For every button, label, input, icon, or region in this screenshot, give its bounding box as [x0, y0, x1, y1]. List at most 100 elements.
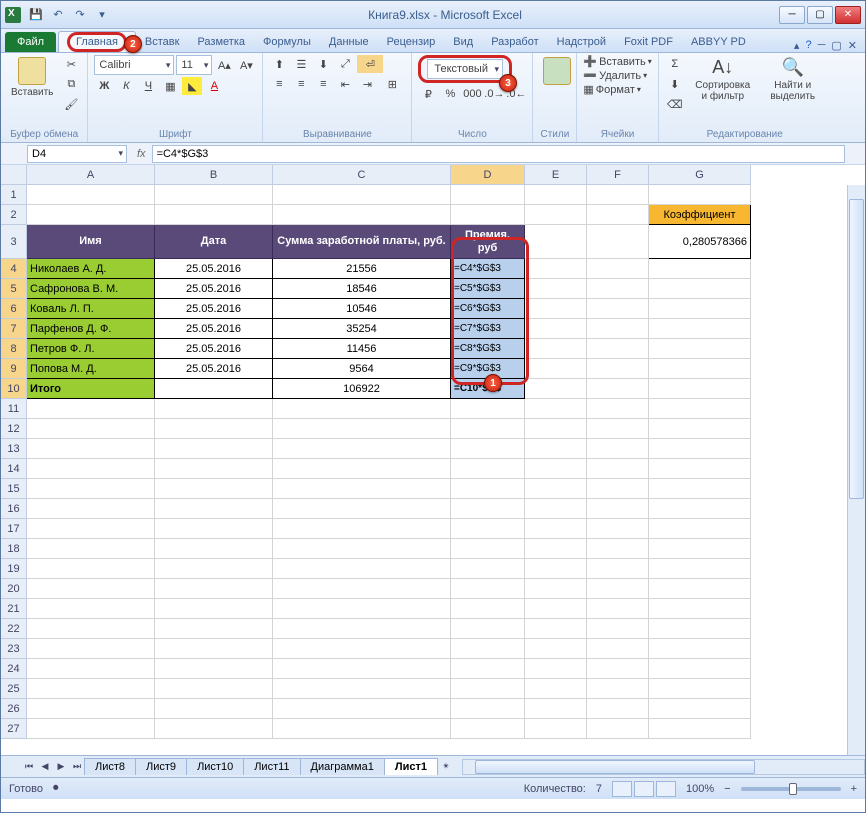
row-25[interactable]: 25 — [1, 679, 27, 699]
cell[interactable] — [451, 679, 525, 699]
cell[interactable]: =C8*$G$3 — [451, 339, 525, 359]
cell[interactable]: =C7*$G$3 — [451, 319, 525, 339]
cell[interactable] — [273, 459, 451, 479]
italic-button[interactable]: К — [116, 77, 136, 95]
fill-button[interactable]: ⬇ — [665, 75, 685, 93]
cell[interactable] — [273, 399, 451, 419]
cell[interactable] — [525, 679, 587, 699]
cell[interactable] — [451, 205, 525, 225]
cell[interactable] — [273, 659, 451, 679]
row-24[interactable]: 24 — [1, 659, 27, 679]
cell[interactable] — [649, 659, 751, 679]
merge-button[interactable]: ⊞ — [379, 75, 405, 93]
row-12[interactable]: 12 — [1, 419, 27, 439]
cell[interactable] — [525, 439, 587, 459]
cell[interactable] — [649, 519, 751, 539]
cell[interactable] — [649, 499, 751, 519]
tab-view[interactable]: Вид — [444, 31, 482, 52]
cell[interactable] — [587, 679, 649, 699]
cell[interactable] — [155, 419, 273, 439]
row-1[interactable]: 1 — [1, 185, 27, 205]
cell[interactable]: 0,280578366 — [649, 225, 751, 259]
cell[interactable] — [27, 679, 155, 699]
horizontal-scrollbar[interactable] — [462, 759, 865, 775]
cell[interactable]: Итого — [27, 379, 155, 399]
cell[interactable] — [451, 479, 525, 499]
cell[interactable] — [587, 299, 649, 319]
border-button[interactable]: ▦ — [160, 77, 180, 95]
cell[interactable] — [525, 359, 587, 379]
cell[interactable] — [451, 559, 525, 579]
select-all-corner[interactable] — [1, 165, 27, 185]
sort-filter-button[interactable]: A↓Сортировка и фильтр — [689, 55, 757, 104]
increase-indent-button[interactable]: ⇥ — [357, 75, 377, 93]
format-painter-button[interactable]: 🖌 — [61, 95, 81, 113]
cell[interactable] — [525, 419, 587, 439]
new-sheet-button[interactable]: ✴ — [438, 759, 454, 775]
cell[interactable] — [587, 719, 649, 739]
col-G[interactable]: G — [649, 165, 751, 185]
tab-home[interactable]: Главная 2 — [58, 31, 136, 52]
close-button[interactable]: ✕ — [835, 6, 861, 24]
cell[interactable]: Николаев А. Д. — [27, 259, 155, 279]
cell[interactable] — [649, 699, 751, 719]
cell[interactable] — [587, 319, 649, 339]
cell[interactable] — [525, 599, 587, 619]
cell[interactable]: Попова М. Д. — [27, 359, 155, 379]
cell[interactable] — [27, 439, 155, 459]
cell[interactable] — [27, 639, 155, 659]
cell[interactable] — [27, 659, 155, 679]
cell[interactable] — [649, 579, 751, 599]
cell[interactable] — [451, 579, 525, 599]
undo-button[interactable]: ↶ — [49, 6, 67, 24]
tab-developer[interactable]: Разработ — [482, 31, 547, 52]
cell[interactable] — [451, 659, 525, 679]
cell[interactable] — [155, 639, 273, 659]
row-14[interactable]: 14 — [1, 459, 27, 479]
cell[interactable] — [587, 519, 649, 539]
cell[interactable] — [525, 299, 587, 319]
cell[interactable] — [587, 459, 649, 479]
doc-restore-icon[interactable]: ▢ — [831, 39, 841, 52]
align-top-button[interactable]: ⬆ — [269, 55, 289, 73]
cut-button[interactable]: ✂ — [61, 55, 81, 73]
cell[interactable]: Имя — [27, 225, 155, 259]
cell[interactable] — [525, 539, 587, 559]
cell[interactable]: 25.05.2016 — [155, 259, 273, 279]
cell[interactable] — [587, 499, 649, 519]
row-15[interactable]: 15 — [1, 479, 27, 499]
cell[interactable] — [27, 579, 155, 599]
row-3[interactable]: 3 — [1, 225, 27, 259]
cell[interactable] — [273, 539, 451, 559]
cell[interactable] — [451, 519, 525, 539]
cell[interactable] — [525, 479, 587, 499]
col-D[interactable]: D — [451, 165, 525, 185]
cell[interactable] — [451, 499, 525, 519]
sheet-nav-first[interactable]: ⏮ — [21, 759, 37, 775]
row-9[interactable]: 9 — [1, 359, 27, 379]
cell[interactable] — [525, 319, 587, 339]
cell[interactable] — [155, 599, 273, 619]
tab-foxit[interactable]: Foxit PDF — [615, 31, 682, 52]
row-6[interactable]: 6 — [1, 299, 27, 319]
font-color-button[interactable]: A — [204, 77, 224, 95]
cell[interactable] — [649, 619, 751, 639]
cell[interactable] — [451, 539, 525, 559]
col-A[interactable]: A — [27, 165, 155, 185]
cell[interactable]: 25.05.2016 — [155, 299, 273, 319]
cell[interactable]: Дата — [155, 225, 273, 259]
cell[interactable] — [587, 619, 649, 639]
cell[interactable]: 25.05.2016 — [155, 359, 273, 379]
cell[interactable] — [451, 719, 525, 739]
row-18[interactable]: 18 — [1, 539, 27, 559]
cell[interactable]: Коэффициент — [649, 205, 751, 225]
cell[interactable] — [451, 185, 525, 205]
cell[interactable] — [525, 579, 587, 599]
cell[interactable] — [27, 205, 155, 225]
cell[interactable] — [525, 225, 587, 259]
cell[interactable] — [155, 679, 273, 699]
row-20[interactable]: 20 — [1, 579, 27, 599]
cell[interactable] — [27, 619, 155, 639]
fill-color-button[interactable]: ◣ — [182, 77, 202, 95]
cell[interactable] — [649, 399, 751, 419]
